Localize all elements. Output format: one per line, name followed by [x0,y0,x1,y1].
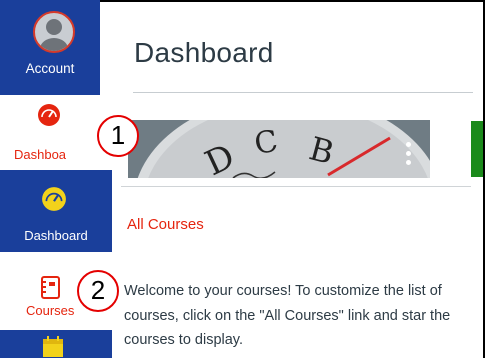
nav-dashboard-item-back[interactable] [0,95,100,180]
nav-account-label: Account [25,61,75,76]
speedometer-icon [42,187,66,211]
title-divider [133,92,473,93]
nav-calendar-item[interactable] [0,330,112,358]
book-icon [41,276,60,299]
vertical-ellipsis-icon[interactable] [406,142,412,169]
nav-courses-label: Courses [26,303,75,318]
page-title: Dashboard [134,37,274,68]
panel-divider [121,186,471,187]
avatar-icon [33,11,75,53]
course-card-image: D C B [128,120,430,180]
course-card[interactable]: D C B [128,120,430,180]
calendar-icon [43,336,63,357]
all-courses-link[interactable]: All Courses [127,216,204,233]
nav-dashboard-label-back: Dashboa [14,147,67,162]
course-card-green[interactable] [471,121,483,177]
callout-step-2: 2 [77,270,119,312]
welcome-message: Welcome to your courses! To customize th… [124,283,451,348]
callout-step-1: 1 [97,115,139,157]
speedometer-icon [38,104,60,126]
nav-dashboard-label: Dashboard [24,228,88,243]
nav-account-item[interactable]: Account [0,0,100,95]
